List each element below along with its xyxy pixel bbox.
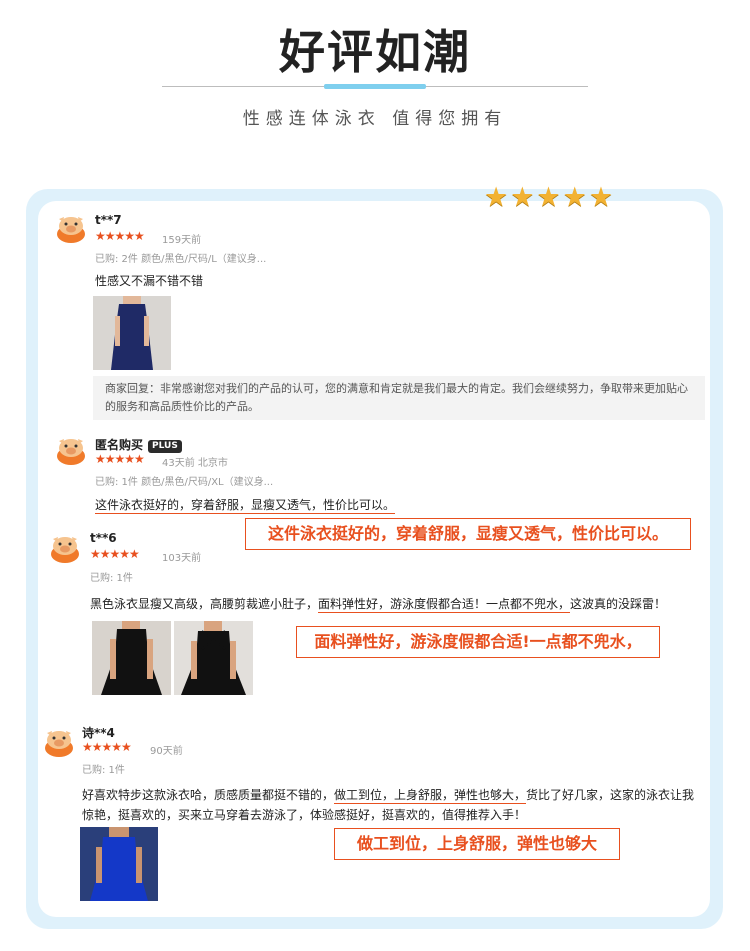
- avatar: [54, 213, 88, 243]
- review-stars-icon: ★★★★★: [82, 740, 132, 754]
- review-stars-icon: ★★★★★: [90, 547, 140, 561]
- merchant-reply: 商家回复：非常感谢您对我们的产品的认可，您的满意和肯定就是我们最大的肯定。我们会…: [93, 376, 705, 420]
- review-text: 这件泳衣挺好的，穿着舒服，显瘦又透气，性价比可以。: [95, 494, 396, 516]
- review-text-highlight: 面料弹性好，游泳度假都合适！一点都不兜水，: [318, 597, 571, 613]
- swimsuit-photo-navy: [93, 296, 171, 370]
- review-username-text: 匿名购买: [95, 438, 144, 452]
- review-text: 黑色泳衣显瘦又高级，高腰剪裁遮小肚子，面料弹性好，游泳度假都合适！一点都不兜水，…: [90, 593, 666, 615]
- avatar: [48, 533, 82, 563]
- highlight-callout: 面料弹性好，游泳度假都合适!一点都不兜水，: [296, 626, 660, 658]
- review-photo[interactable]: [92, 621, 171, 695]
- review-purchase-info: 已购: 2件 颜色/黑色/尺码/L（建议身...: [95, 254, 267, 265]
- page-subtitle: 性感连体泳衣 值得您拥有: [242, 109, 508, 129]
- review-username: t**6: [90, 531, 117, 545]
- review-time: 90天前: [150, 746, 183, 757]
- page-title: 好评如潮: [279, 25, 471, 79]
- review-text-highlight: 做工到位，上身舒服，弹性也够大，: [334, 788, 527, 804]
- swimsuit-photo-blue: [80, 827, 158, 901]
- review-photo[interactable]: [174, 621, 253, 695]
- review-username: 诗**4: [82, 726, 115, 740]
- avatar: [54, 435, 88, 465]
- review-stars-icon: ★★★★★: [95, 452, 145, 466]
- review-stars-icon: ★★★★★: [95, 229, 145, 243]
- review-photo[interactable]: [93, 296, 171, 370]
- pig-avatar-icon: [57, 439, 85, 465]
- avatar: [42, 727, 76, 757]
- review-text: 好喜欢特步这款泳衣哈，质感质量都挺不错的，做工到位，上身舒服，弹性也够大，货比了…: [82, 784, 694, 806]
- review-text-line2: 惊艳，挺喜欢的，买来立马穿着去游泳了，体验感挺好，挺喜欢的，值得推荐入手！: [82, 808, 527, 822]
- review-purchase-info: 已购: 1件: [82, 765, 125, 776]
- title-divider-accent: [324, 84, 426, 89]
- review-text-end: 这波真的没踩雷！: [570, 597, 667, 611]
- review-time: 103天前: [162, 553, 202, 564]
- review-text-start: 好喜欢特步这款泳衣哈，质感质量都挺不错的，: [82, 788, 335, 802]
- pig-avatar-icon: [51, 537, 79, 563]
- pig-avatar-icon: [45, 731, 73, 757]
- highlight-callout: 这件泳衣挺好的，穿着舒服，显瘦又透气，性价比可以。: [245, 518, 691, 550]
- swimsuit-photo-black-front: [92, 621, 171, 695]
- rating-stars-icon: ★★★★★: [484, 182, 616, 213]
- review-text-start: 黑色泳衣显瘦又高级，高腰剪裁遮小肚子，: [90, 597, 319, 611]
- review-text: 性感又不漏不错不错: [95, 274, 204, 288]
- plus-badge: PLUS: [148, 440, 182, 453]
- review-photo[interactable]: [80, 827, 158, 901]
- highlight-callout: 做工到位，上身舒服，弹性也够大: [334, 828, 620, 860]
- review-username: t**7: [95, 213, 122, 227]
- review-time: 159天前: [162, 235, 202, 246]
- review-purchase-info: 已购: 1件: [90, 573, 133, 584]
- review-text-end: 货比了好几家，这家的泳衣让我: [526, 788, 695, 802]
- review-username: 匿名购买 PLUS: [95, 436, 182, 453]
- review-text-highlight: 这件泳衣挺好的，穿着舒服，显瘦又透气，性价比可以。: [95, 498, 396, 514]
- swimsuit-photo-black-back: [174, 621, 253, 695]
- pig-avatar-icon: [57, 217, 85, 243]
- review-purchase-info: 已购: 1件 颜色/黑色/尺码/XL（建议身...: [95, 477, 274, 488]
- review-time-location: 43天前 北京市: [162, 458, 228, 469]
